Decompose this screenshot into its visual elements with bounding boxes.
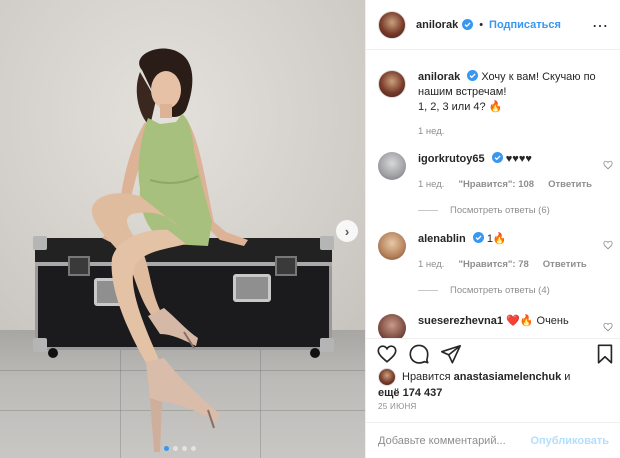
comment-time[interactable]: 1 нед. — [418, 179, 444, 190]
reply-button[interactable]: Ответить — [543, 259, 587, 270]
comment-icon[interactable] — [408, 343, 430, 365]
post-sidebar: anilorak • Подписаться ⋯ anilorak Хочу к… — [365, 0, 620, 458]
share-icon[interactable] — [440, 343, 462, 365]
comment-username[interactable]: alenablin — [418, 233, 466, 245]
caption-text-line3: 1, 2, 3 или 4? 🔥 — [418, 101, 503, 113]
likes-prefix: Нравится — [402, 371, 451, 383]
verified-badge-icon — [467, 70, 479, 81]
bookmark-icon[interactable] — [594, 343, 616, 365]
caption-text-line1: Хочу к вам! Скучаю по — [481, 71, 596, 83]
like-icon[interactable] — [376, 343, 398, 365]
caption-time[interactable]: 1 нед. — [418, 126, 444, 137]
caption-text-line2: нашим встречам! — [418, 86, 507, 98]
comment-text: ♥♥♥♥ — [505, 153, 532, 165]
ellipsis-icon[interactable]: ⋯ — [592, 16, 608, 36]
comment-input[interactable] — [378, 434, 531, 447]
view-replies-label: Посмотреть ответы (6) — [450, 205, 550, 216]
carousel-next-button[interactable]: › — [336, 220, 358, 242]
separator-dot: • — [479, 18, 484, 31]
carousel-dot — [164, 446, 169, 451]
comment-username[interactable]: sueserezhevna1 — [418, 315, 503, 327]
comment-like-icon[interactable] — [603, 240, 613, 250]
author-avatar[interactable] — [378, 70, 406, 98]
carousel-indicator — [164, 446, 196, 451]
likes-count[interactable]: 174 437 — [403, 387, 443, 399]
liker-username[interactable]: anastasiamelenchuk — [454, 370, 562, 384]
reply-button[interactable]: Ответить — [548, 179, 592, 190]
author-avatar[interactable] — [378, 10, 406, 39]
add-comment-bar: Опубликовать — [366, 422, 620, 458]
likes-others-prefix[interactable]: ещё — [378, 387, 400, 399]
carousel-dot — [182, 446, 187, 451]
likes-summary: Нравится anastasiamelenchuk и ещё 174 43… — [378, 368, 613, 400]
comment-likes[interactable]: "Нравится": 108 — [458, 179, 534, 190]
comment-text: ❤️🔥 Очень — [506, 315, 569, 327]
carousel-dot — [191, 446, 196, 451]
follow-button[interactable]: Подписаться — [489, 19, 561, 31]
view-replies-button[interactable]: Посмотреть ответы (6) — [418, 205, 550, 216]
post-date[interactable]: 25 ИЮНЯ — [378, 402, 417, 411]
carousel-dot — [173, 446, 178, 451]
woman-figure — [91, 48, 248, 452]
view-replies-button[interactable]: Посмотреть ответы (4) — [418, 285, 550, 296]
post-actions — [366, 338, 620, 368]
chevron-right-icon: › — [344, 223, 350, 239]
commenter-avatar[interactable] — [378, 314, 406, 338]
comment-like-icon[interactable] — [603, 160, 613, 170]
comment-likes[interactable]: "Нравится": 78 — [458, 259, 528, 270]
comment-time[interactable]: 1 нед. — [418, 259, 444, 270]
liker-avatar[interactable] — [378, 368, 396, 386]
comment-username[interactable]: igorkrutoy65 — [418, 153, 485, 165]
verified-badge-icon — [472, 232, 484, 243]
verified-badge-icon — [462, 19, 474, 30]
post-photo[interactable]: › — [0, 0, 365, 458]
divider — [418, 290, 438, 291]
divider — [418, 210, 438, 211]
comment-text: 1🔥 — [486, 233, 507, 245]
author-username[interactable]: anilorak — [416, 19, 458, 31]
verified-badge-icon — [491, 152, 503, 163]
commenter-avatar[interactable] — [378, 232, 406, 260]
view-replies-label: Посмотреть ответы (4) — [450, 285, 550, 296]
comment-like-icon[interactable] — [603, 322, 613, 332]
commenter-avatar[interactable] — [378, 152, 406, 180]
post-header: anilorak • Подписаться ⋯ — [366, 0, 620, 50]
likes-conjunction: и — [564, 371, 571, 383]
comments-list[interactable]: anilorak Хочу к вам! Скучаю по нашим вст… — [366, 50, 620, 338]
publish-button[interactable]: Опубликовать — [530, 435, 609, 447]
caption-username[interactable]: anilorak — [418, 71, 460, 83]
